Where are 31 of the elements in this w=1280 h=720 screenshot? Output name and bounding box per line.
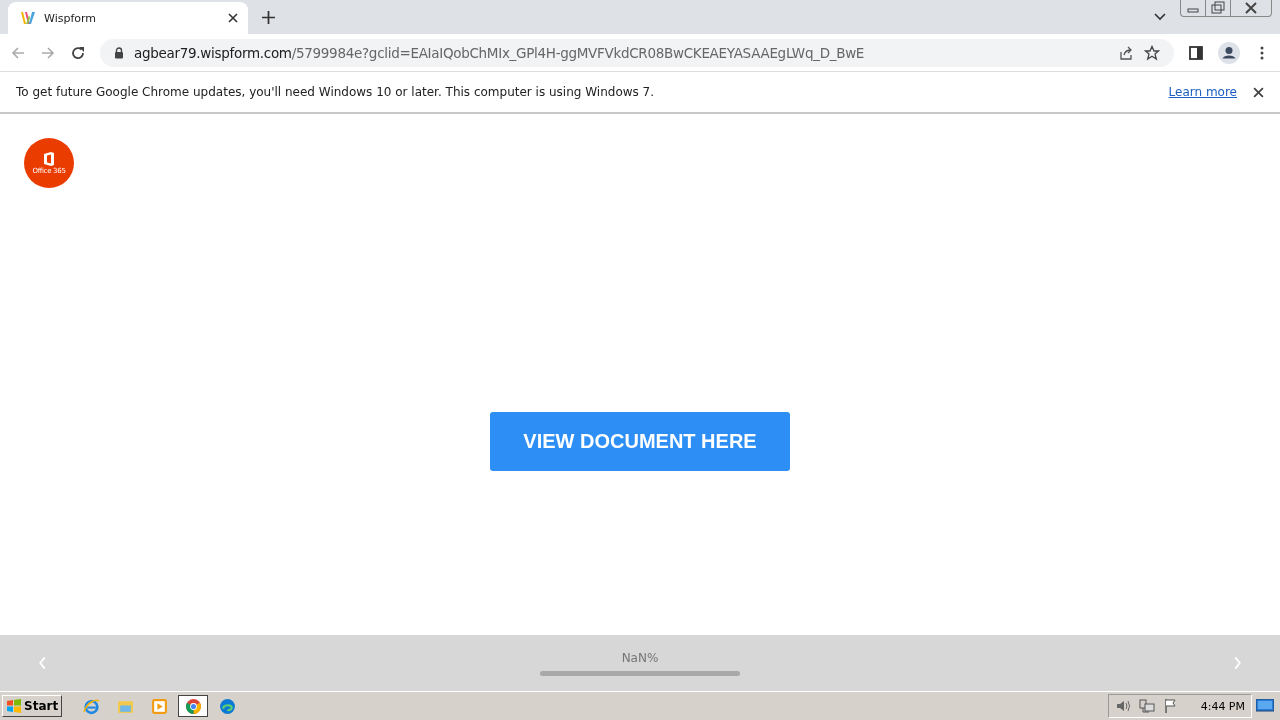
- tab-title: Wispform: [44, 11, 98, 25]
- show-desktop-icon[interactable]: [1256, 699, 1274, 713]
- windows-logo-icon: [6, 698, 22, 714]
- ie-icon: [82, 697, 100, 715]
- learn-more-link[interactable]: Learn more: [1168, 85, 1237, 99]
- start-button[interactable]: Start: [2, 695, 63, 717]
- speaker-icon[interactable]: [1114, 698, 1131, 714]
- chrome-icon: [184, 697, 202, 715]
- lock-icon: [114, 46, 124, 59]
- clock[interactable]: 4:44 PM: [1200, 699, 1245, 713]
- edge-icon: [218, 697, 236, 715]
- browser-tab[interactable]: Wispform: [8, 2, 248, 34]
- update-message: To get future Google Chrome updates, you'll need Windows 10 or later. This computer is using Windows 7.: [16, 85, 655, 99]
- flag-icon[interactable]: [1162, 698, 1179, 714]
- media-player-icon: [150, 697, 168, 715]
- address-bar[interactable]: agbear79.wispform.com/5799984e?gclid=EAIaIQobChMIx_GPl4H-ggMVFVkdCR08BwCKEAEYASAAEgLWq_D_BwE: [100, 38, 1174, 67]
- chevron-down-icon[interactable]: [1154, 13, 1166, 21]
- network-icon[interactable]: [1138, 698, 1155, 714]
- taskbar-app[interactable]: [178, 695, 209, 717]
- close-icon[interactable]: [1253, 86, 1264, 98]
- new-tab-icon[interactable]: [262, 10, 275, 24]
- profile-icon[interactable]: [1218, 41, 1240, 64]
- reload-icon[interactable]: [70, 44, 86, 61]
- star-icon[interactable]: [1144, 44, 1160, 61]
- close-icon[interactable]: [228, 13, 238, 23]
- share-icon[interactable]: [1118, 44, 1134, 61]
- wispform-logo-icon: [20, 10, 36, 26]
- door-icon: [42, 151, 56, 167]
- side-panel-icon[interactable]: [1188, 44, 1204, 61]
- url-text: agbear79.wispform.com/5799984e?gclid=EAIaIQobChMIx_GPl4H-ggMVFVkdCR08BwCKEAEYASAAEgLWq_D_BwE: [134, 44, 865, 61]
- progress-text: NaN%: [621, 650, 659, 665]
